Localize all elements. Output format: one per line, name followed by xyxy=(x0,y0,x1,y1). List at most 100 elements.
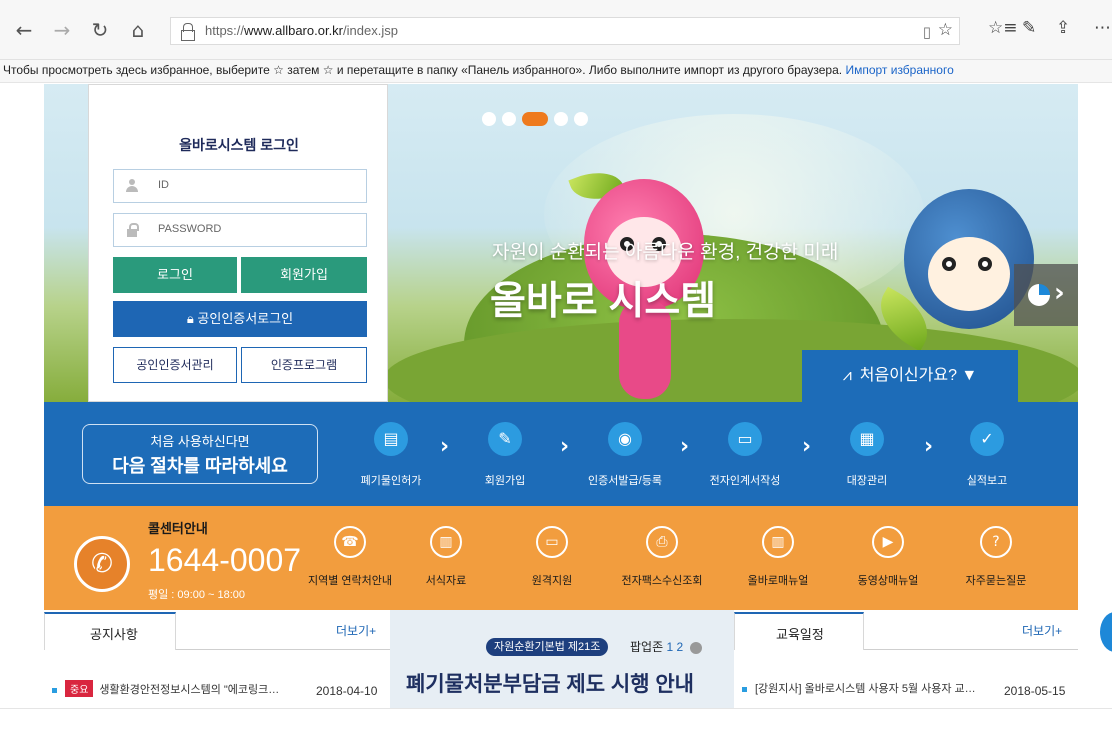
slide-dot[interactable] xyxy=(554,112,568,126)
step-label: 대장관리 xyxy=(846,475,888,487)
callcenter-title: 콜센터안내 xyxy=(148,521,208,536)
quick-link-label: 올바로매뉴얼 xyxy=(747,575,809,587)
blue-mascot-face xyxy=(928,237,1010,311)
step-label: 인증서발급/등록 xyxy=(588,475,662,487)
cert-program-button[interactable]: 인증프로그램 xyxy=(241,347,367,383)
more-icon[interactable]: ⋯ xyxy=(1094,18,1111,38)
favorites-bar: Чтобы просмотреть здесь избранное, выбер… xyxy=(0,60,1112,83)
password-input[interactable]: PASSWORD xyxy=(113,213,367,247)
step-item[interactable]: ✓ 실적보고 xyxy=(932,422,1042,488)
quick-link-label: 원격지원 xyxy=(531,575,573,587)
refresh-icon[interactable]: ↻ xyxy=(88,18,112,42)
cert-manage-button[interactable]: 공인인증서관리 xyxy=(113,347,237,383)
step-item[interactable]: ▦ 대장관리 xyxy=(812,422,922,488)
popup-page-1[interactable]: 1 xyxy=(666,640,673,654)
quick-link-label: 지역별 연락처안내 xyxy=(307,575,392,587)
step-item[interactable]: ▭ 전자인계서작성 xyxy=(690,422,800,488)
chevron-right-icon: › xyxy=(560,434,570,459)
popup-zone-nav: 팝업존 1 2 xyxy=(630,638,702,655)
slide-dot-active[interactable] xyxy=(522,112,548,126)
reader-icon[interactable]: ▯ xyxy=(923,23,931,41)
star-icon[interactable]: ☆ xyxy=(938,20,953,40)
process-line1: 처음 사용하신다면 xyxy=(150,434,250,449)
back-icon[interactable]: ← xyxy=(12,18,36,42)
home-icon[interactable]: ⌂ xyxy=(126,18,150,42)
popup-page-2[interactable]: 2 xyxy=(677,640,684,654)
slide-dot[interactable] xyxy=(574,112,588,126)
quick-link[interactable]: ▥ 서식자료 xyxy=(396,526,496,588)
pause-icon[interactable] xyxy=(689,641,702,654)
step-label: 실적보고 xyxy=(966,475,1008,487)
address-bar[interactable]: https://www.allbaro.or.kr/index.jsp ▯ ☆ xyxy=(170,17,960,45)
lock-icon: 🔒︎ xyxy=(186,311,198,326)
user-icon xyxy=(126,179,138,193)
step-item[interactable]: ✎ 회원가입 xyxy=(450,422,560,488)
chevron-right-icon: › xyxy=(1054,278,1065,308)
quick-link-label: 서식자료 xyxy=(425,575,467,587)
process-line2: 다음 절차를 따라하세요 xyxy=(112,456,288,476)
url-text[interactable]: https://www.allbaro.or.kr/index.jsp xyxy=(205,23,398,38)
education-date: 2018-05-15 xyxy=(1004,684,1066,698)
step-label: 폐기물인허가 xyxy=(360,475,422,487)
quick-link[interactable]: ▶ 동영상매뉴얼 xyxy=(838,526,938,588)
chevron-right-icon: › xyxy=(802,434,812,459)
step-label: 회원가입 xyxy=(484,475,526,487)
hero-subtitle: 자원이 순환되는 아름다운 환경, 건강한 미래 xyxy=(492,242,839,263)
slide-dot[interactable] xyxy=(502,112,516,126)
import-favorites-link[interactable]: Импорт избранного xyxy=(845,63,953,77)
slide-dot[interactable] xyxy=(482,112,496,126)
manual-icon: ▥ xyxy=(762,526,794,558)
edit-icon: ✎ xyxy=(488,422,522,456)
education-title: 교육일정 xyxy=(776,627,824,642)
notice-date: 2018-04-10 xyxy=(316,684,378,698)
phone-icon: ✆ xyxy=(74,536,130,592)
first-time-label: 처음이신가요? xyxy=(859,367,957,384)
quick-link[interactable]: ☎ 지역별 연락처안내 xyxy=(300,526,400,588)
notice-item[interactable]: 중요 생활환경안전정보시스템의 "에코링크… xyxy=(52,680,279,697)
phonebook-icon: ☎ xyxy=(334,526,366,558)
education-item[interactable]: [강원지사] 올바로시스템 사용자 5월 사용자 교… xyxy=(742,680,976,696)
step-item[interactable]: ▤ 폐기물인허가 xyxy=(336,422,446,488)
video-icon: ▶ xyxy=(872,526,904,558)
join-button[interactable]: 회원가입 xyxy=(241,257,367,293)
id-placeholder: ID xyxy=(158,179,169,191)
notice-text: 생활환경안전정보시스템의 "에코링크… xyxy=(99,684,280,696)
fax-icon: ⎙ xyxy=(646,526,678,558)
popup-zone-label: 팝업존 xyxy=(630,640,664,654)
quick-link[interactable]: ? 자주묻는질문 xyxy=(946,526,1046,588)
notices-more-link[interactable]: 더보기+ xyxy=(336,622,376,639)
quick-link[interactable]: ▥ 올바로매뉴얼 xyxy=(728,526,828,588)
quick-link[interactable]: ⎙ 전자팩스수신조회 xyxy=(612,526,712,588)
step-item[interactable]: ◉ 인증서발급/등록 xyxy=(570,422,680,488)
slide-next-button[interactable]: › xyxy=(1014,264,1078,326)
ledger-icon: ▦ xyxy=(850,422,884,456)
login-button[interactable]: 로그인 xyxy=(113,257,237,293)
mascot-eye xyxy=(978,257,992,271)
mascot-eye xyxy=(942,257,956,271)
quick-link[interactable]: ▭ 원격지원 xyxy=(502,526,602,588)
education-more-link[interactable]: 더보기+ xyxy=(1022,622,1062,639)
quick-link-label: 동영상매뉴얼 xyxy=(857,575,919,587)
cert-login-button[interactable]: 🔒︎ 공인인증서로그인 xyxy=(113,301,367,337)
faq-icon: ? xyxy=(980,526,1012,558)
floating-button[interactable] xyxy=(1100,612,1112,652)
process-guide-box: 처음 사용하신다면 다음 절차를 따라하세요 xyxy=(82,424,318,484)
pen-icon[interactable]: ✎ xyxy=(1022,18,1036,38)
browser-toolbar: ← → ↻ ⌂ https://www.allbaro.or.kr/index.… xyxy=(0,0,1112,60)
trend-icon: ⩘ xyxy=(842,367,852,384)
clipboard-check-icon: ✓ xyxy=(970,422,1004,456)
certificate-icon: ◉ xyxy=(608,422,642,456)
first-time-button[interactable]: ⩘ 처음이신가요? ▼ xyxy=(802,350,1018,402)
lock-icon xyxy=(181,23,195,41)
popup-title[interactable]: 폐기물처분부담금 제도 시행 안내 xyxy=(406,668,694,698)
id-input[interactable]: ID xyxy=(113,169,367,203)
forward-icon[interactable]: → xyxy=(50,18,74,42)
callcenter-hours: 평일 : 09:00 ~ 18:00 xyxy=(148,589,245,601)
cert-login-label: 공인인증서로그인 xyxy=(197,311,294,326)
bullet-icon xyxy=(52,687,57,693)
password-placeholder: PASSWORD xyxy=(158,223,222,235)
bullet-icon xyxy=(742,686,747,692)
favorites-icon[interactable]: ☆≡ xyxy=(988,18,1017,38)
share-icon[interactable]: ⇪ xyxy=(1056,18,1070,38)
callcenter-phone: 1644-0007 xyxy=(148,542,302,578)
